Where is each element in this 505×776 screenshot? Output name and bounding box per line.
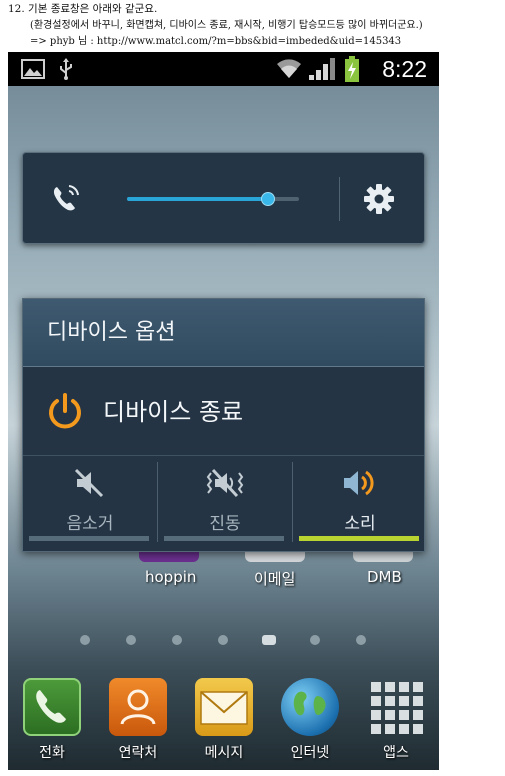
- dmb-app-icon[interactable]: [353, 552, 413, 562]
- volume-divider: [339, 177, 340, 221]
- gear-icon[interactable]: [363, 183, 395, 215]
- usb-icon: [56, 52, 76, 86]
- power-icon: [45, 392, 85, 432]
- dialog-title: 디바이스 옵션: [47, 320, 176, 345]
- caption-line-1: 12. 기본 종료창은 아래와 같군요.: [8, 3, 158, 15]
- battery-charging-icon: [344, 52, 360, 86]
- page-dot[interactable]: [218, 635, 228, 645]
- sound-mode-sound[interactable]: 소리: [293, 457, 427, 551]
- globe-icon: [281, 678, 339, 736]
- sound-mode-mute[interactable]: 음소거: [23, 457, 157, 551]
- contacts-icon: [109, 678, 167, 736]
- dock-label: 앱스: [383, 745, 409, 761]
- volume-knob[interactable]: [261, 192, 276, 206]
- sound-mode-label: 소리: [344, 514, 376, 534]
- power-off-option[interactable]: 디바이스 종료: [23, 368, 424, 456]
- home-app-label-hoppin: hoppin: [145, 568, 197, 586]
- dock-apps[interactable]: 앱스: [362, 672, 430, 770]
- app-dock: 전화 연락처 메시지 인터넷 앱스: [8, 672, 439, 770]
- sound-on-icon: [341, 467, 377, 499]
- signal-icon: [308, 52, 336, 86]
- sound-mode-indicator: [29, 536, 149, 541]
- dock-label: 메시지: [204, 745, 244, 761]
- dock-label: 연락처: [118, 745, 158, 761]
- volume-panel: [22, 152, 425, 244]
- page-dot[interactable]: [80, 635, 90, 645]
- vibrate-icon: [206, 467, 244, 499]
- dock-contacts[interactable]: 연락처: [104, 672, 172, 770]
- status-bar: 8:22: [8, 52, 439, 86]
- gallery-icon: [20, 52, 46, 86]
- page-dot[interactable]: [172, 635, 182, 645]
- device-options-dialog: 디바이스 옵션 디바이스 종료 음소거 진동 소리: [22, 298, 425, 552]
- phone-icon: [23, 678, 81, 736]
- apps-grid-icon: [367, 678, 425, 736]
- page-dot[interactable]: [356, 635, 366, 645]
- phone-screen: 8:22 디바이스 옵션 디바이스 종료 음소거 진동 소리 hoppin 이메…: [8, 52, 439, 770]
- dock-messages[interactable]: 메시지: [190, 672, 258, 770]
- page-dot-active[interactable]: [262, 635, 276, 645]
- sound-mode-indicator-active: [299, 536, 419, 541]
- dock-internet[interactable]: 인터넷: [276, 672, 344, 770]
- caption-line-3: => phyb 님 : http://www.matcl.com/?m=bbs&…: [30, 36, 402, 47]
- home-app-label-dmb: DMB: [367, 568, 402, 586]
- home-app-label-email: 이메일: [254, 570, 296, 588]
- volume-slider[interactable]: [127, 192, 299, 206]
- sound-mode-vibrate[interactable]: 진동: [158, 457, 292, 551]
- dock-phone[interactable]: 전화: [18, 672, 86, 770]
- page-dot[interactable]: [310, 635, 320, 645]
- caption-line-2: (환경설정에서 바꾸니, 화면캡쳐, 디바이스 종료, 재시작, 비행기 탑승모…: [30, 20, 423, 31]
- sound-mode-label: 진동: [209, 514, 241, 534]
- mute-icon: [73, 467, 105, 499]
- hoppin-app-icon[interactable]: [139, 552, 199, 562]
- page-dot[interactable]: [126, 635, 136, 645]
- ringer-volume-icon[interactable]: [51, 183, 81, 213]
- status-time: 8:22: [382, 56, 427, 82]
- message-icon: [195, 678, 253, 736]
- dock-label: 전화: [39, 745, 65, 761]
- dialog-title-bar: 디바이스 옵션: [23, 299, 424, 367]
- email-app-icon[interactable]: [245, 552, 305, 562]
- volume-fill: [127, 197, 269, 201]
- sound-mode-label: 음소거: [66, 514, 114, 534]
- sound-mode-indicator: [164, 536, 284, 541]
- document-caption: 12. 기본 종료창은 아래와 같군요. (환경설정에서 바꾸니, 화면캡쳐, …: [0, 0, 505, 50]
- dock-label: 인터넷: [290, 745, 330, 761]
- wifi-icon: [276, 52, 302, 86]
- power-off-label: 디바이스 종료: [103, 398, 244, 426]
